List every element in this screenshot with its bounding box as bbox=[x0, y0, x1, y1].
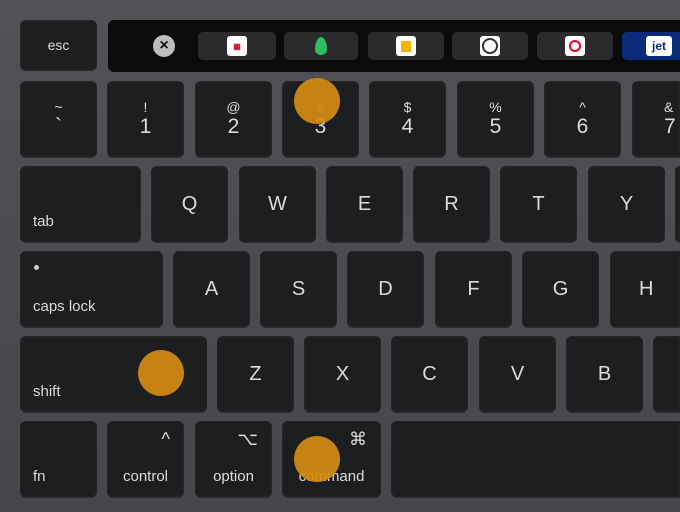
key-shift-label: ~ bbox=[54, 99, 63, 115]
key-label: fn bbox=[33, 468, 46, 485]
caps-lock-indicator bbox=[34, 265, 39, 270]
highlight-dot-shift bbox=[138, 350, 184, 396]
key-5[interactable]: % 5 bbox=[457, 81, 534, 157]
key-u[interactable] bbox=[675, 166, 680, 242]
key-label: Z bbox=[249, 362, 262, 385]
key-option[interactable]: ⌥ option bbox=[195, 421, 272, 497]
key-s[interactable]: S bbox=[260, 251, 337, 327]
key-label: 7 bbox=[664, 115, 676, 138]
key-control[interactable]: ^ control bbox=[107, 421, 184, 497]
key-label: 4 bbox=[401, 115, 414, 138]
key-label: F bbox=[467, 277, 480, 300]
key-esc[interactable]: esc bbox=[20, 20, 97, 70]
key-label: Q bbox=[181, 192, 198, 215]
key-7[interactable]: & 7 bbox=[632, 81, 680, 157]
key-label: G bbox=[552, 277, 569, 300]
key-backtick[interactable]: ~ ` bbox=[20, 81, 97, 157]
key-label: T bbox=[532, 192, 545, 215]
key-r[interactable]: R bbox=[413, 166, 490, 242]
key-label: X bbox=[335, 362, 350, 385]
key-g[interactable]: G bbox=[522, 251, 599, 327]
key-x[interactable]: X bbox=[304, 336, 381, 412]
key-b[interactable]: B bbox=[566, 336, 643, 412]
key-label: control bbox=[122, 468, 169, 485]
key-y[interactable]: Y bbox=[588, 166, 665, 242]
key-a[interactable]: A bbox=[173, 251, 250, 327]
key-tab[interactable]: tab bbox=[20, 166, 141, 242]
touchbar-app-record[interactable] bbox=[537, 32, 613, 60]
close-circle-icon[interactable]: × bbox=[153, 35, 175, 57]
highlight-dot-command bbox=[294, 436, 340, 482]
key-shift-label: ^ bbox=[579, 99, 586, 115]
highlight-dot-3 bbox=[294, 78, 340, 124]
key-1[interactable]: ! 1 bbox=[107, 81, 184, 157]
key-f[interactable]: F bbox=[435, 251, 512, 327]
key-label: S bbox=[291, 277, 306, 300]
control-symbol-icon: ^ bbox=[161, 429, 170, 449]
option-symbol-icon: ⌥ bbox=[237, 429, 258, 449]
circle-logo-app-icon bbox=[480, 36, 500, 56]
key-shift-label: ! bbox=[143, 99, 148, 115]
key-e[interactable]: E bbox=[326, 166, 403, 242]
key-v[interactable]: V bbox=[479, 336, 556, 412]
key-t[interactable]: T bbox=[500, 166, 577, 242]
key-label: R bbox=[444, 192, 459, 215]
key-2[interactable]: @2 bbox=[195, 81, 272, 157]
key-w[interactable]: W bbox=[239, 166, 316, 242]
key-shift-label: @ bbox=[226, 99, 241, 115]
key-label: E bbox=[357, 192, 372, 215]
key-space[interactable] bbox=[391, 421, 680, 497]
evernote-leaf-icon bbox=[315, 37, 327, 55]
key-label: caps lock bbox=[33, 298, 96, 315]
key-6[interactable]: ^ 6 bbox=[544, 81, 621, 157]
key-label: 2 bbox=[227, 115, 240, 138]
key-label: option bbox=[213, 468, 254, 485]
key-label: V bbox=[510, 362, 525, 385]
jet-app-icon: jet bbox=[646, 36, 672, 56]
key-label: H bbox=[639, 277, 654, 300]
touchbar-app-news[interactable]: ▦ bbox=[198, 32, 276, 60]
key-h[interactable]: H bbox=[610, 251, 680, 327]
key-d[interactable]: D bbox=[347, 251, 424, 327]
key-label: A bbox=[204, 277, 219, 300]
key-shift-label: % bbox=[489, 99, 502, 115]
key-z[interactable]: Z bbox=[217, 336, 294, 412]
key-caps-lock[interactable]: caps lock bbox=[20, 251, 163, 327]
key-shift-label: $ bbox=[403, 99, 412, 115]
command-symbol-icon: ⌘ bbox=[349, 429, 367, 449]
key-label: W bbox=[268, 192, 287, 215]
key-c[interactable]: C bbox=[391, 336, 468, 412]
touchbar-app-evernote[interactable] bbox=[284, 32, 358, 60]
key-label: D bbox=[378, 277, 393, 300]
touchbar-app-mug[interactable] bbox=[368, 32, 444, 60]
news-app-icon: ▦ bbox=[227, 36, 247, 56]
key-label: ` bbox=[55, 115, 62, 138]
key-label: C bbox=[422, 362, 437, 385]
key-label: B bbox=[597, 362, 612, 385]
touch-bar: × ▦ jet bbox=[108, 20, 680, 72]
key-label: Y bbox=[619, 192, 634, 215]
touchbar-app-jet[interactable]: jet bbox=[622, 32, 680, 60]
key-n[interactable] bbox=[653, 336, 680, 412]
key-shift-label: & bbox=[664, 99, 674, 115]
record-app-icon bbox=[565, 36, 585, 56]
mug-app-icon bbox=[396, 36, 416, 56]
key-q[interactable]: Q bbox=[151, 166, 228, 242]
touchbar-app-circle[interactable] bbox=[452, 32, 528, 60]
key-label: esc bbox=[47, 37, 70, 53]
key-label: 5 bbox=[489, 115, 502, 138]
key-fn[interactable]: fn bbox=[20, 421, 97, 497]
key-4[interactable]: $4 bbox=[369, 81, 446, 157]
key-label: 6 bbox=[576, 115, 589, 138]
keyboard: esc × ▦ jet ~` !1 @2 #3 $4 %5 ^6 &7 tab … bbox=[0, 0, 680, 512]
key-label: shift bbox=[33, 383, 61, 400]
key-label: 1 bbox=[139, 115, 152, 138]
key-label: tab bbox=[33, 213, 54, 230]
